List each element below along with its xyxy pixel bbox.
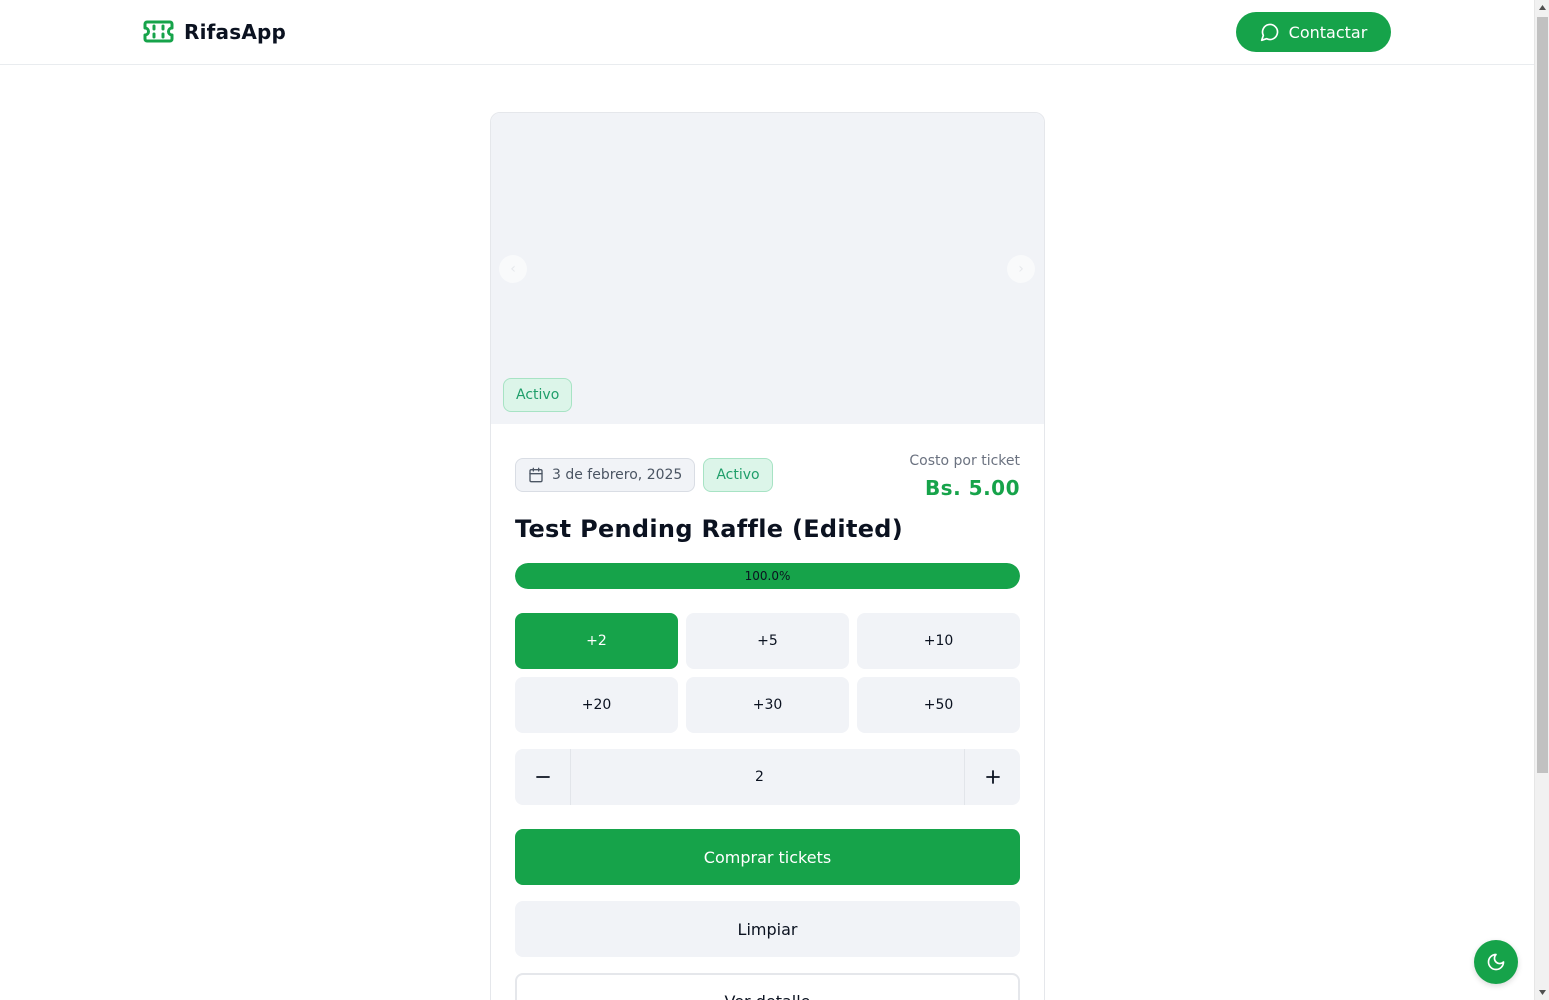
price-label: Costo por ticket	[909, 453, 1020, 469]
brand-logo[interactable]: RifasApp	[143, 18, 286, 45]
quantity-input[interactable]: 2	[571, 749, 964, 805]
decrement-button[interactable]	[515, 749, 571, 805]
raffle-date: 3 de febrero, 2025	[552, 467, 683, 483]
page-scrollbar[interactable]	[1534, 0, 1549, 1000]
quantity-option[interactable]: +10	[857, 613, 1020, 669]
price-value: Bs. 5.00	[924, 476, 1020, 500]
calendar-icon	[529, 467, 543, 483]
chevron-left-icon: ‹	[510, 261, 516, 277]
carousel-prev-button[interactable]: ‹	[499, 255, 527, 283]
scroll-up-arrow[interactable]	[1535, 0, 1549, 15]
moon-icon	[1487, 953, 1505, 971]
caret-up-icon	[1539, 5, 1546, 10]
ticket-icon	[143, 20, 174, 43]
buy-tickets-button[interactable]: Comprar tickets	[515, 829, 1020, 885]
status-badge: Activo	[703, 458, 773, 492]
quantity-options: +2 +5 +10 +20 +30 +50	[515, 613, 1020, 733]
minus-icon	[535, 776, 550, 778]
quantity-option[interactable]: +30	[686, 677, 849, 733]
contact-button[interactable]: Contactar	[1236, 12, 1391, 52]
increment-button[interactable]	[964, 749, 1020, 805]
quantity-option[interactable]: +2	[515, 613, 678, 669]
quantity-option[interactable]: +20	[515, 677, 678, 733]
image-status-badge: Activo	[503, 378, 573, 412]
raffle-image-carousel: ‹ › Activo	[491, 113, 1044, 424]
raffle-title: Test Pending Raffle (Edited)	[515, 515, 904, 543]
sales-progress-bar: 100.0%	[515, 563, 1020, 589]
scrollbar-thumb[interactable]	[1537, 17, 1548, 773]
caret-down-icon	[1539, 990, 1546, 995]
chevron-right-icon: ›	[1018, 261, 1024, 277]
quantity-option[interactable]: +5	[686, 613, 849, 669]
brand-name: RifasApp	[184, 19, 287, 44]
top-navbar: RifasApp Contactar	[0, 0, 1534, 65]
contact-label: Contactar	[1288, 22, 1368, 42]
theme-toggle-button[interactable]	[1474, 940, 1518, 984]
view-detail-button[interactable]: Ver detalle	[515, 973, 1020, 1000]
raffle-date-chip: 3 de febrero, 2025	[515, 458, 696, 492]
quantity-option[interactable]: +50	[857, 677, 1020, 733]
quantity-stepper: 2	[515, 749, 1020, 805]
raffle-card: ‹ › Activo 3 de febrero, 2025 Activo Cos…	[490, 112, 1045, 1000]
scroll-down-arrow[interactable]	[1535, 985, 1549, 1000]
carousel-next-button[interactable]: ›	[1007, 255, 1035, 283]
plus-icon	[985, 770, 1000, 784]
message-circle-icon	[1260, 23, 1279, 42]
clear-button[interactable]: Limpiar	[515, 901, 1020, 957]
page: RifasApp Contactar ‹ › Activo 3 de febre…	[0, 0, 1534, 1000]
ticket-price: Costo por ticket Bs. 5.00	[909, 452, 1020, 502]
raffle-meta: 3 de febrero, 2025 Activo	[515, 458, 773, 492]
progress-text: 100.0%	[744, 569, 791, 583]
